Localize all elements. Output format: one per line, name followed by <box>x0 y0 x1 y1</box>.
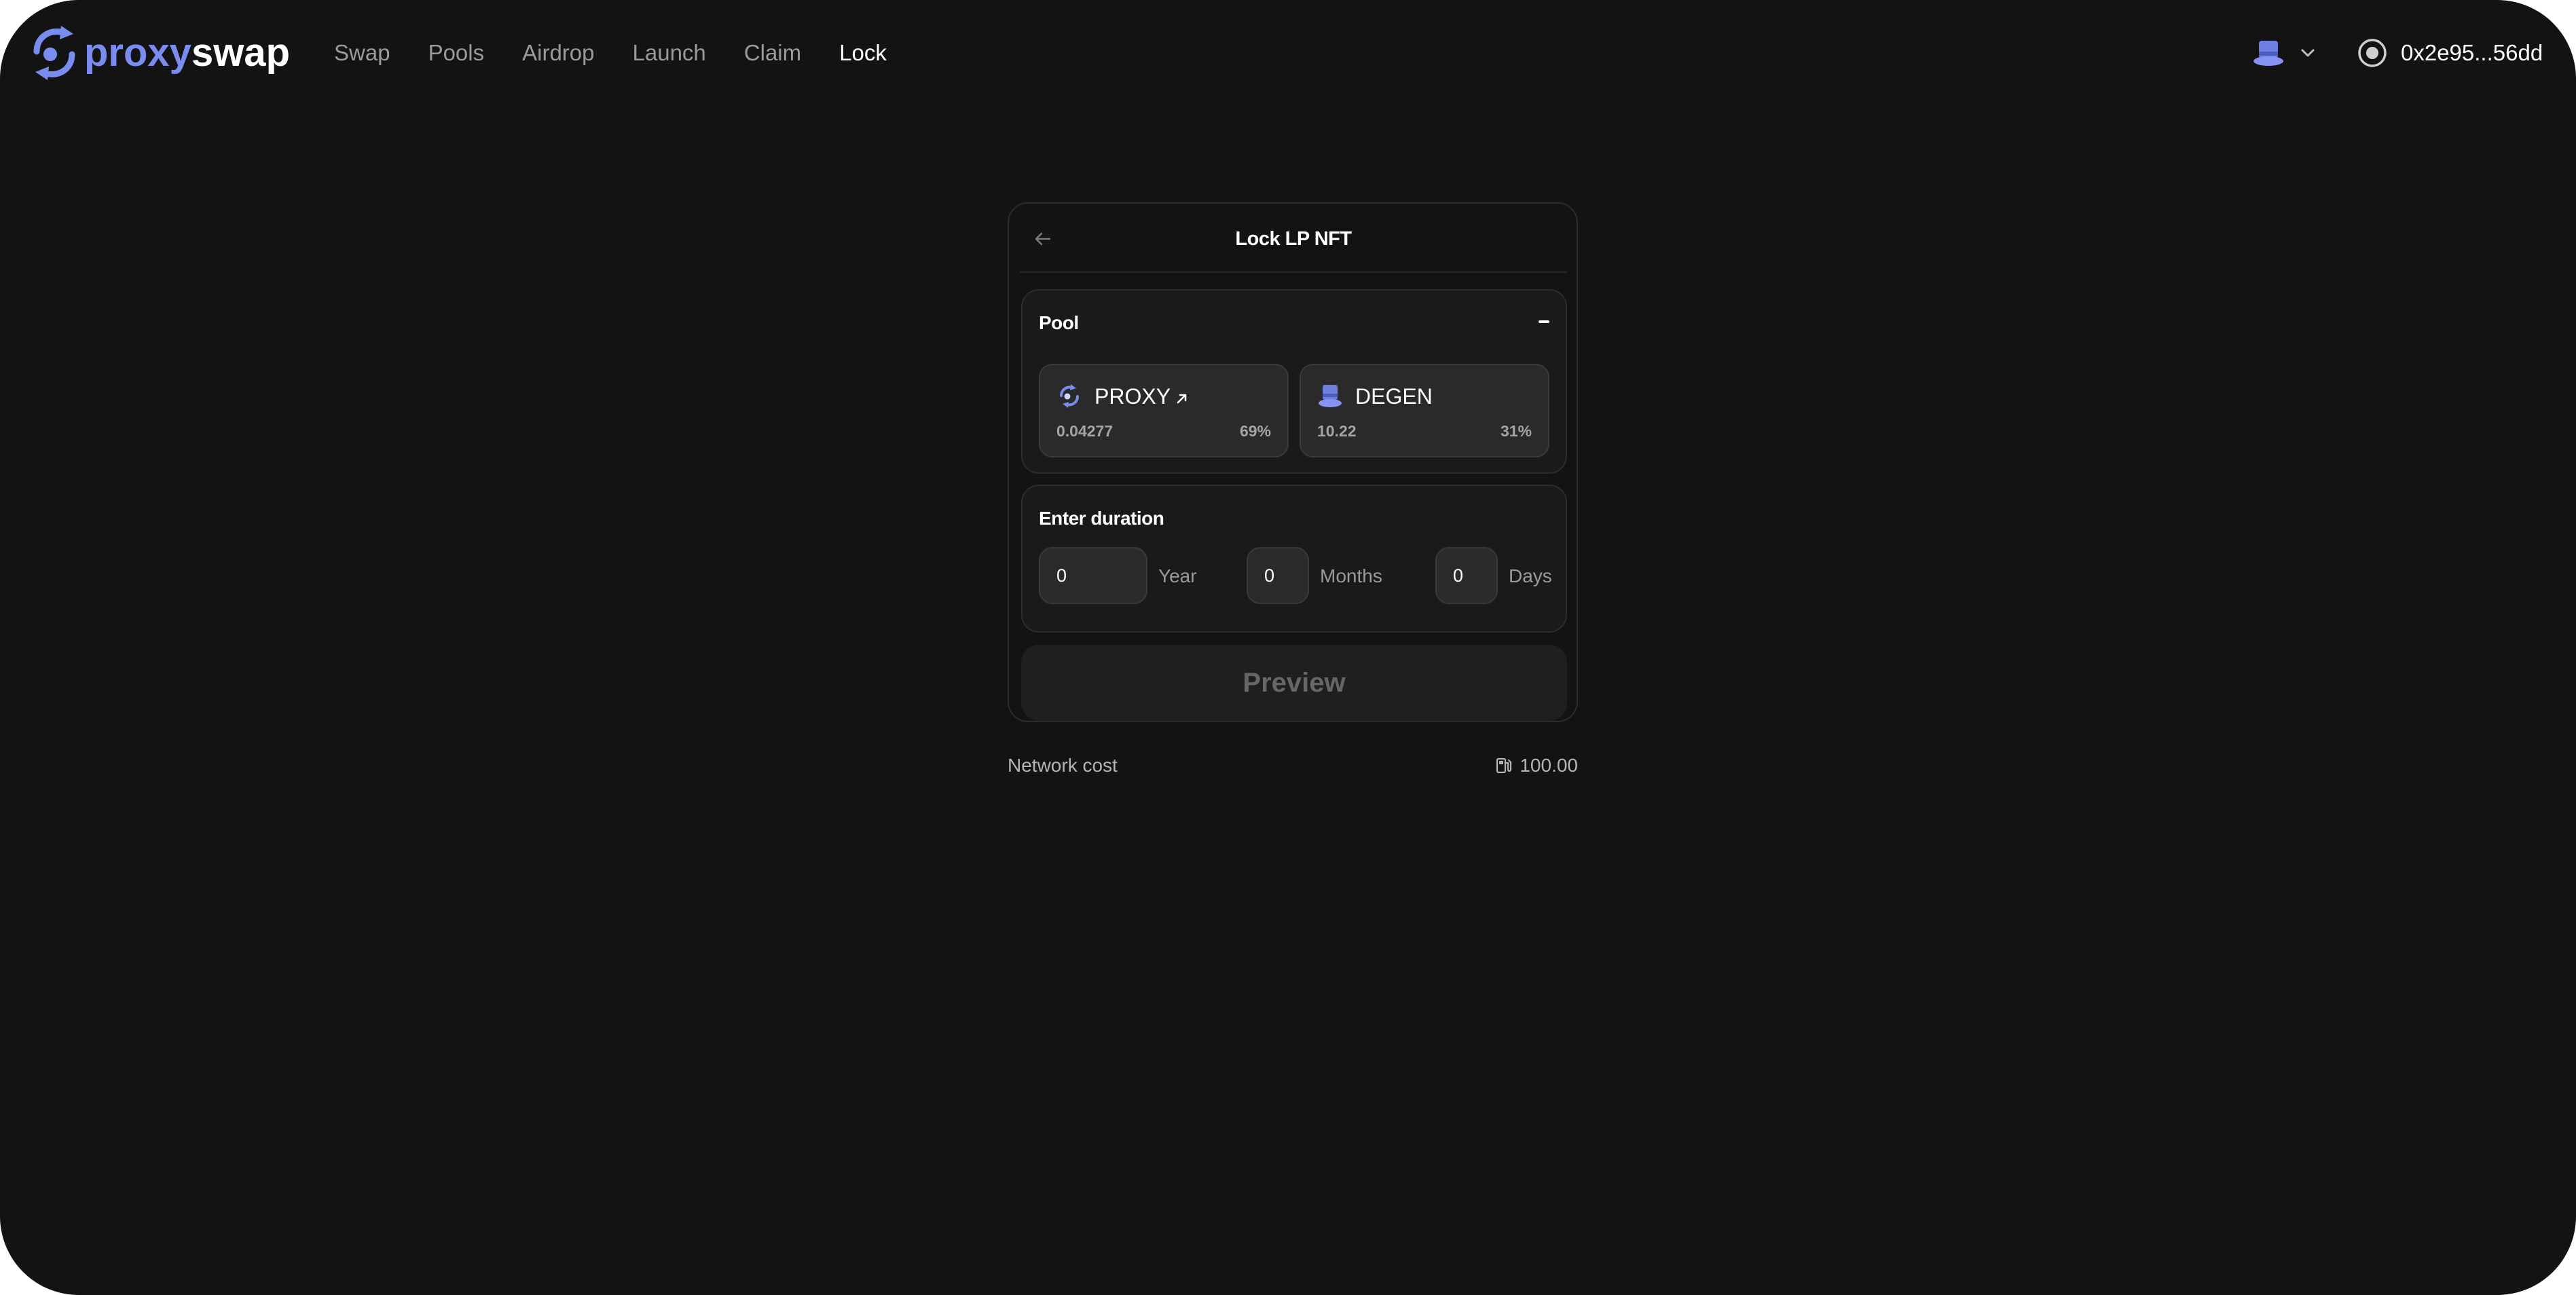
token-symbol: PROXY <box>1094 383 1190 410</box>
top-hat-icon <box>2253 41 2283 66</box>
nav-item-airdrop[interactable]: Airdrop <box>522 34 594 72</box>
token-symbol: DEGEN <box>1355 384 1433 409</box>
chevron-down-icon <box>2301 49 2315 57</box>
nav-item-swap[interactable]: Swap <box>334 34 390 72</box>
gas-pump-icon <box>1496 757 1512 774</box>
token-share: 31% <box>1500 422 1532 440</box>
year-input[interactable] <box>1039 547 1147 604</box>
lock-lp-nft-card: Lock LP NFT Pool PROXY 0.04277 69% DEGEN… <box>1008 202 1578 722</box>
nav-item-claim[interactable]: Claim <box>744 34 801 72</box>
duration-panel: Enter duration Year Months Days <box>1021 485 1567 633</box>
brand-name: proxyswap <box>84 24 290 81</box>
card-title: Lock LP NFT <box>1235 228 1352 250</box>
app-window: proxyswap Swap Pools Airdrop Launch Clai… <box>0 0 2576 1295</box>
token-amount: 10.22 <box>1317 422 1357 440</box>
year-unit-label: Year <box>1158 565 1197 586</box>
token-share: 69% <box>1239 422 1271 440</box>
nav-item-pools[interactable]: Pools <box>428 34 485 72</box>
nav-item-lock[interactable]: Lock <box>839 34 887 72</box>
card-header: Lock LP NFT <box>1020 204 1567 273</box>
proxyswap-logo[interactable]: proxyswap <box>30 24 290 81</box>
proxy-logo-icon <box>33 26 75 80</box>
wallet-button[interactable]: 0x2e95...56dd <box>2356 34 2543 72</box>
top-navbar: proxyswap Swap Pools Airdrop Launch Clai… <box>0 0 2576 106</box>
main-nav: Swap Pools Airdrop Launch Claim Lock <box>334 34 925 72</box>
network-cost-value: 100.00 <box>1520 755 1578 776</box>
token-symbol-text: PROXY <box>1094 384 1171 409</box>
brand-name-part1: proxy <box>84 31 191 75</box>
brand-name-part2: swap <box>191 31 291 75</box>
proxy-logo-icon <box>1060 384 1079 408</box>
wallet-address: 0x2e95...56dd <box>2401 40 2543 65</box>
network-cost-label: Network cost <box>1008 755 1118 776</box>
token-card-proxy[interactable]: PROXY 0.04277 69% <box>1039 364 1289 457</box>
preview-button[interactable]: Preview <box>1021 645 1567 721</box>
duration-label: Enter duration <box>1039 508 1164 529</box>
token-card-degen[interactable]: DEGEN 10.22 31% <box>1300 364 1549 457</box>
months-input[interactable] <box>1247 547 1309 604</box>
external-link-icon[interactable] <box>1175 391 1190 406</box>
pool-panel: Pool PROXY 0.04277 69% DEGEN 10.22 31% <box>1021 289 1567 474</box>
days-unit-label: Days <box>1509 565 1552 586</box>
nav-item-launch[interactable]: Launch <box>633 34 706 72</box>
wallet-icon <box>2358 39 2387 67</box>
days-input[interactable] <box>1435 547 1498 604</box>
token-amount: 0.04277 <box>1056 422 1114 440</box>
pool-label: Pool <box>1039 312 1079 333</box>
network-cost: 100.00 <box>1494 755 1578 776</box>
months-unit-label: Months <box>1320 565 1382 586</box>
collapse-icon[interactable] <box>1539 320 1549 323</box>
top-hat-icon <box>1319 385 1342 407</box>
chain-selector[interactable] <box>2253 34 2318 72</box>
